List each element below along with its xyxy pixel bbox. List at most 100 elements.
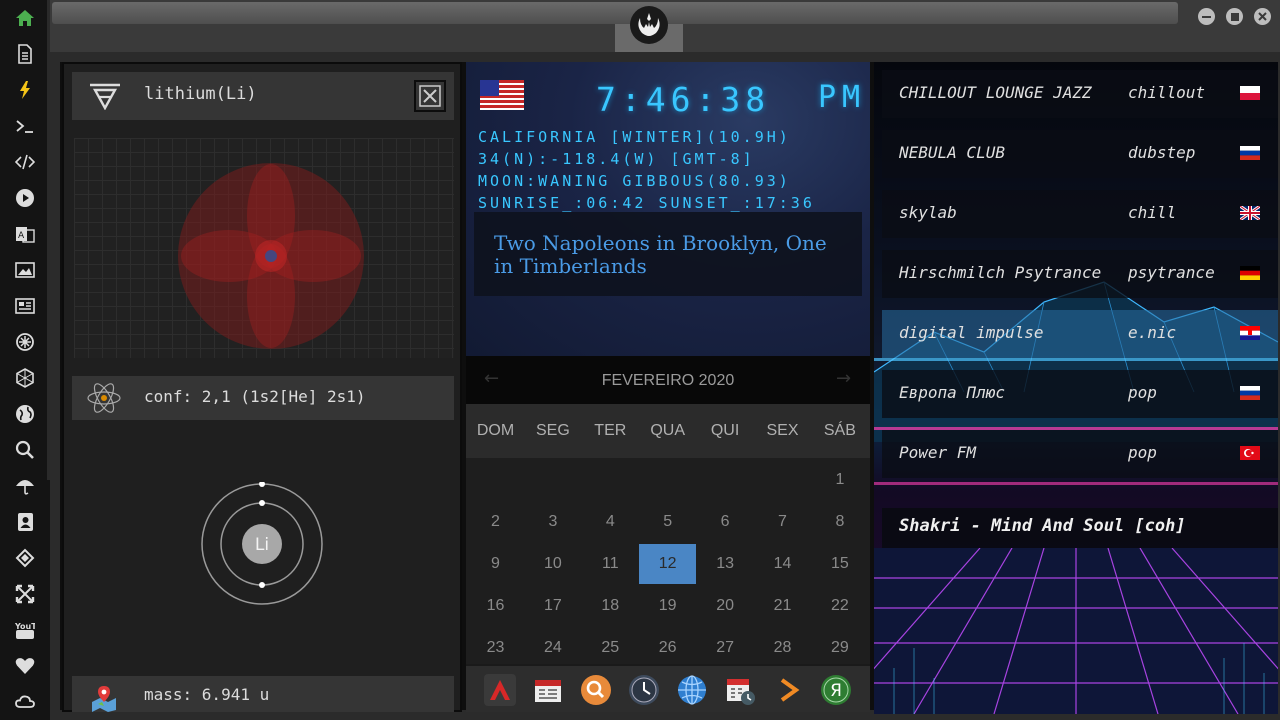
calendar-day[interactable]: 25 (582, 628, 639, 664)
calendar-day[interactable]: 29 (811, 628, 868, 664)
expand-icon[interactable] (13, 582, 37, 606)
calendar-day[interactable]: 2 (467, 502, 524, 542)
element-symbol: Li (255, 535, 269, 555)
calendar-day[interactable]: 6 (697, 502, 754, 542)
calendar-day[interactable]: 10 (524, 544, 581, 584)
flag-russia-icon (1240, 146, 1260, 160)
code-icon[interactable] (13, 150, 37, 174)
news-icon[interactable] (13, 294, 37, 318)
calendar-title: FEVEREIRO 2020 (601, 372, 735, 389)
contacts-icon[interactable] (13, 510, 37, 534)
title-bar[interactable] (50, 0, 1280, 52)
close-element-button[interactable] (414, 80, 446, 112)
minimize-button[interactable] (1198, 8, 1215, 25)
station-genre: e.nic (1128, 323, 1177, 342)
calendar-day[interactable]: 5 (639, 502, 696, 542)
calendar-day[interactable]: 22 (811, 586, 868, 626)
alpha-app-icon[interactable] (484, 674, 516, 706)
calendar-day[interactable]: 20 (697, 586, 754, 626)
launcher-bar: A YouTube (0, 0, 50, 720)
hexagon-icon[interactable] (13, 366, 37, 390)
tag-icon[interactable] (13, 546, 37, 570)
sun-line: SUNRISE_:06:42 SUNSET_:17:36 (478, 194, 815, 212)
calendar-day[interactable]: 21 (754, 586, 811, 626)
play-icon[interactable] (13, 186, 37, 210)
clock-app-icon[interactable] (628, 674, 660, 706)
electron-configuration: conf: 2,1 (1s2[He] 2s1) (72, 376, 454, 420)
schedule-app-icon[interactable] (724, 674, 756, 706)
home-icon[interactable] (13, 6, 37, 30)
radio-station-row[interactable]: NEBULA CLUB dubstep (882, 130, 1278, 178)
settings-icon[interactable] (13, 330, 37, 354)
calendar-day[interactable]: 8 (811, 502, 868, 542)
synthwave-grid-art (874, 548, 1278, 714)
weekday-label: QUI (710, 422, 740, 439)
radio-station-row[interactable]: digital impulse e.nic (882, 310, 1278, 358)
flag-russia-icon (1240, 386, 1260, 400)
close-window-button[interactable] (1254, 8, 1271, 25)
atomic-mass: mass: 6.941 u (72, 676, 454, 712)
flag-turkey-icon (1240, 446, 1260, 460)
station-genre: pop (1128, 383, 1157, 402)
calendar-day[interactable]: 9 (467, 544, 524, 584)
radio-station-row[interactable]: Hirschmilch Psytrance psytrance (882, 250, 1278, 298)
radio-panel: CHILLOUT LOUNGE JAZZ chillout NEBULA CLUB d… (874, 62, 1278, 714)
calendar-day[interactable]: 17 (524, 586, 581, 626)
calendar-day[interactable]: 14 (754, 544, 811, 584)
calendar-day[interactable]: 19 (639, 586, 696, 626)
station-genre: psytrance (1128, 263, 1215, 282)
radio-station-row[interactable]: Европа Плюс pop (882, 370, 1278, 418)
document-icon[interactable] (13, 42, 37, 66)
translate-icon[interactable]: A (13, 222, 37, 246)
calendar-day-today[interactable]: 12 (639, 544, 697, 584)
calendar-day[interactable]: 18 (582, 586, 639, 626)
svg-text:YouTube: YouTube (15, 622, 35, 631)
calendar-day[interactable]: 27 (697, 628, 754, 664)
station-name: NEBULA CLUB (899, 143, 1005, 162)
weekday-label: SÁB (823, 422, 856, 439)
umbrella-icon[interactable] (13, 474, 37, 498)
globe-icon[interactable] (13, 402, 37, 426)
calendar-day[interactable]: 24 (524, 628, 581, 664)
radio-station-row[interactable]: CHILLOUT LOUNGE JAZZ chillout (882, 70, 1278, 118)
search-icon[interactable] (13, 438, 37, 462)
search-app-icon[interactable] (580, 674, 612, 706)
calendar-day[interactable]: 13 (697, 544, 754, 584)
calendar-day[interactable]: 26 (639, 628, 696, 664)
radio-station-row[interactable]: Power FM pop (882, 430, 1278, 478)
calendar-day[interactable]: 1 (811, 460, 868, 500)
play-app-icon[interactable] (772, 674, 804, 706)
app-dock: Я (466, 666, 870, 712)
flag-germany-icon (1240, 266, 1260, 280)
calendar-app-icon[interactable] (532, 674, 564, 706)
youtube-icon[interactable]: YouTube (13, 618, 37, 642)
terminal-icon[interactable] (13, 114, 37, 138)
calendar-day[interactable]: 7 (754, 502, 811, 542)
globe-app-icon[interactable] (676, 674, 708, 706)
element-panel: lithium(Li) conf: 2,1 (1s2[He] 2s1) Li m… (62, 62, 462, 712)
heart-icon[interactable] (13, 654, 37, 678)
window-drag-area[interactable] (52, 2, 1178, 24)
calendar-day[interactable]: 23 (467, 628, 524, 664)
calendar-day[interactable]: 16 (467, 586, 524, 626)
calendar-day[interactable]: 4 (582, 502, 639, 542)
configuration-text: conf: 2,1 (1s2[He] 2s1) (144, 387, 366, 406)
station-genre: chillout (1128, 83, 1206, 102)
yandex-app-icon[interactable]: Я (820, 674, 852, 706)
maximize-button[interactable] (1226, 8, 1243, 25)
quote-box: Two Napoleons in Brooklyn, One in Timber… (474, 212, 862, 296)
svg-text:Я: Я (830, 681, 842, 701)
radio-station-row[interactable]: skylab chill (882, 190, 1278, 238)
weekday-label: QUA (650, 422, 686, 439)
bolt-icon[interactable] (13, 78, 37, 102)
bohr-model: Li (201, 482, 323, 605)
calendar-day[interactable]: 15 (811, 544, 868, 584)
calendar-day[interactable]: 3 (524, 502, 581, 542)
next-month-button[interactable]: → (836, 368, 851, 389)
cloud-icon[interactable] (13, 690, 37, 714)
svg-text:A: A (18, 231, 25, 241)
calendar-day[interactable]: 28 (754, 628, 811, 664)
image-icon[interactable] (13, 258, 37, 282)
coordinates-line: 34(N):-118.4(W) [GMT-8] (478, 150, 755, 168)
calendar-day[interactable]: 11 (582, 544, 639, 584)
